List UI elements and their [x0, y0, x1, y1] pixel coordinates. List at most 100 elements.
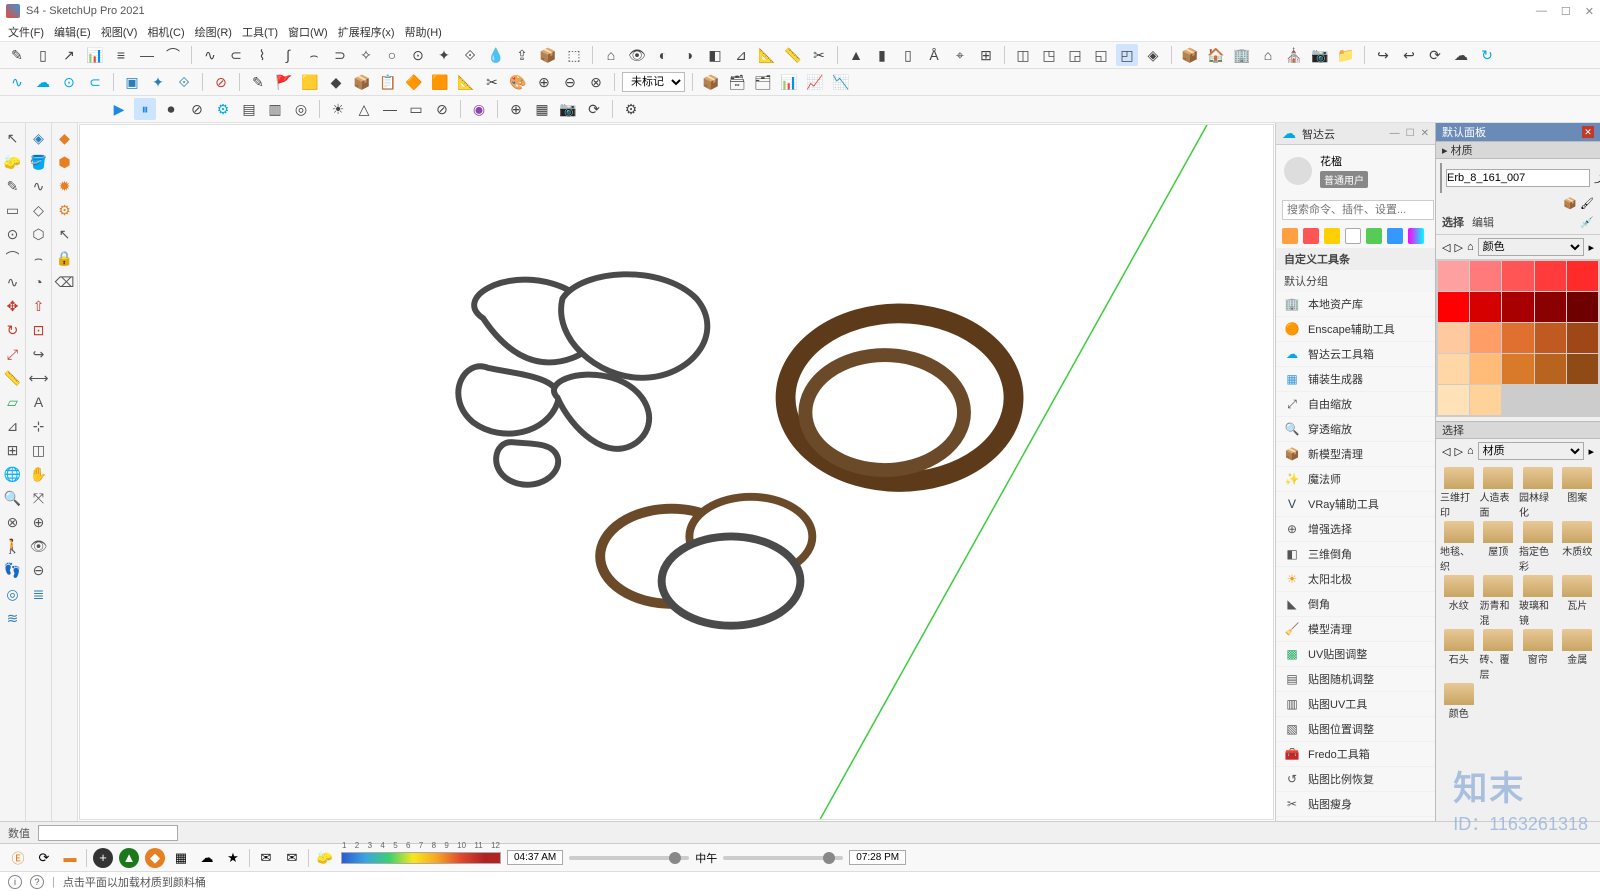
nav-fwd-icon[interactable]: ▷	[1454, 241, 1462, 254]
tag-dropdown[interactable]: 未标记	[622, 72, 685, 92]
tool-icon[interactable]: ▦	[531, 98, 553, 120]
tool-icon[interactable]: 🚩	[273, 71, 295, 93]
color-swatch[interactable]	[1567, 354, 1598, 384]
menu-camera[interactable]: 相机(C)	[147, 24, 184, 40]
gear-icon[interactable]: ⚙	[212, 98, 234, 120]
stop-icon[interactable]: ⊘	[186, 98, 208, 120]
curve-icon[interactable]: ∿	[2, 271, 24, 293]
arc-icon[interactable]: ⌒	[2, 247, 24, 269]
plugin-item[interactable]: ▤贴图随机调整	[1276, 667, 1435, 692]
menu-view[interactable]: 视图(V)	[101, 24, 138, 40]
cloud-icon[interactable]: ⊂	[84, 71, 106, 93]
tool-icon[interactable]: ∫	[277, 44, 299, 66]
material-folder[interactable]: 木质纹	[1559, 521, 1597, 573]
round-icon[interactable]: ◆	[145, 848, 165, 868]
color-swatch[interactable]	[1502, 354, 1533, 384]
tool-icon[interactable]: ⊕	[28, 511, 50, 533]
mail-icon[interactable]: ✉	[256, 848, 276, 868]
pause-icon[interactable]: ⏸	[134, 98, 156, 120]
tool-icon[interactable]: ⊕	[505, 98, 527, 120]
tape-icon[interactable]: 📏	[2, 367, 24, 389]
measurement-input[interactable]	[38, 825, 178, 841]
tool-icon[interactable]: ▣	[121, 71, 143, 93]
paint-icon[interactable]: 🪣	[28, 151, 50, 173]
color-swatch[interactable]	[1567, 292, 1598, 322]
tool-icon[interactable]: ⊘	[210, 71, 232, 93]
round-icon[interactable]: +	[93, 848, 113, 868]
tool-icon[interactable]: 📐	[455, 71, 477, 93]
plugin-item[interactable]: ▦铺装生成器	[1276, 367, 1435, 392]
tool-icon[interactable]: ▲	[845, 44, 867, 66]
tool-icon[interactable]: △	[353, 98, 375, 120]
tool-icon[interactable]: ◫	[28, 439, 50, 461]
plugin-item[interactable]: ⊕增强选择	[1276, 517, 1435, 542]
plugin-item[interactable]: 🧹模型清理	[1276, 617, 1435, 642]
help-icon[interactable]: ?	[30, 875, 44, 889]
tool-icon[interactable]: 📊	[84, 44, 106, 66]
menu-extensions[interactable]: 扩展程序(x)	[338, 24, 395, 40]
tab-select[interactable]: 选择	[1442, 214, 1464, 230]
tool-icon[interactable]: ⟐	[459, 44, 481, 66]
menu-draw[interactable]: 绘图(R)	[195, 24, 232, 40]
tool-icon[interactable]: ◆	[325, 71, 347, 93]
color-swatch[interactable]	[1438, 292, 1469, 322]
freehand-icon[interactable]: ∿	[28, 175, 50, 197]
tool-icon[interactable]: ⌒	[162, 44, 184, 66]
cloud-icon[interactable]: ☁	[197, 848, 217, 868]
chip-icon[interactable]	[1366, 228, 1382, 244]
color-swatch[interactable]	[1567, 261, 1598, 291]
tool-icon[interactable]: —	[379, 98, 401, 120]
chip-icon[interactable]	[1408, 228, 1424, 244]
plugin-item[interactable]: 📦新模型清理	[1276, 442, 1435, 467]
tool-icon[interactable]: 📷	[557, 98, 579, 120]
tool-icon[interactable]: ◲	[1064, 44, 1086, 66]
tool-icon[interactable]: ⊿	[2, 415, 24, 437]
material-folder[interactable]: 图案	[1559, 467, 1597, 519]
pushpull-icon[interactable]: ⇧	[28, 295, 50, 317]
color-swatch[interactable]	[1438, 354, 1469, 384]
round-icon[interactable]: ▲	[119, 848, 139, 868]
material-folder[interactable]: 瓦片	[1559, 575, 1597, 627]
tool-icon[interactable]: ⌂	[600, 44, 622, 66]
tool-icon[interactable]: ⊿	[730, 44, 752, 66]
tool-icon[interactable]: ⊙	[407, 44, 429, 66]
pie-icon[interactable]: ◔	[28, 271, 50, 293]
tool-icon[interactable]: ◈	[1142, 44, 1164, 66]
chip-icon[interactable]	[1387, 228, 1403, 244]
tool-icon[interactable]: ◰	[1116, 44, 1138, 66]
tool-icon[interactable]: ▯	[32, 44, 54, 66]
checker-icon[interactable]: ▦	[171, 848, 191, 868]
tool-icon[interactable]: ◎	[290, 98, 312, 120]
home-icon[interactable]: ⌂	[1467, 241, 1474, 253]
plugin-list[interactable]: 🏢本地资产库🟠Enscape辅助工具☁智达云工具箱▦铺装生成器⤢自由缩放🔍穿透缩…	[1276, 292, 1435, 821]
tool-icon[interactable]: ⊕	[533, 71, 555, 93]
cube-icon[interactable]: ◈	[28, 127, 50, 149]
color-swatch[interactable]	[1438, 323, 1469, 353]
material-folder[interactable]: 三维打印	[1440, 467, 1478, 519]
plugin-item[interactable]: ⤢自由缩放	[1276, 392, 1435, 417]
tool-icon[interactable]: —	[136, 44, 158, 66]
tool-icon[interactable]: 🔶	[403, 71, 425, 93]
tool-icon[interactable]: ⊘	[431, 98, 453, 120]
tool-icon[interactable]: ⊖	[559, 71, 581, 93]
tool-icon[interactable]: ◳	[1038, 44, 1060, 66]
tool-icon[interactable]: ⊖	[28, 559, 50, 581]
panel-max-icon[interactable]: ☐	[1406, 128, 1415, 139]
layers-icon[interactable]: ≣	[28, 583, 50, 605]
plugin-item[interactable]: ▥贴图UV工具	[1276, 692, 1435, 717]
menu-icon[interactable]: ▸	[1588, 445, 1594, 458]
record-icon[interactable]: ⏺	[160, 98, 182, 120]
tool-icon[interactable]: 🗃	[726, 71, 748, 93]
plugin-item[interactable]: 🏢本地资产库	[1276, 292, 1435, 317]
material-folder[interactable]: 金属	[1559, 629, 1597, 681]
tool-icon[interactable]: 📉	[830, 71, 852, 93]
color-swatch[interactable]	[1535, 323, 1566, 353]
color-swatch[interactable]	[1502, 323, 1533, 353]
tool-icon[interactable]: ☀	[327, 98, 349, 120]
plugin-item[interactable]: ⇧联合推拉	[1276, 817, 1435, 821]
cloud-search-input[interactable]	[1282, 200, 1434, 220]
tool-icon[interactable]: ⊞	[2, 439, 24, 461]
material-folder[interactable]: 石头	[1440, 629, 1478, 681]
rotate-icon[interactable]: ↻	[2, 319, 24, 341]
color-swatch[interactable]	[1535, 261, 1566, 291]
